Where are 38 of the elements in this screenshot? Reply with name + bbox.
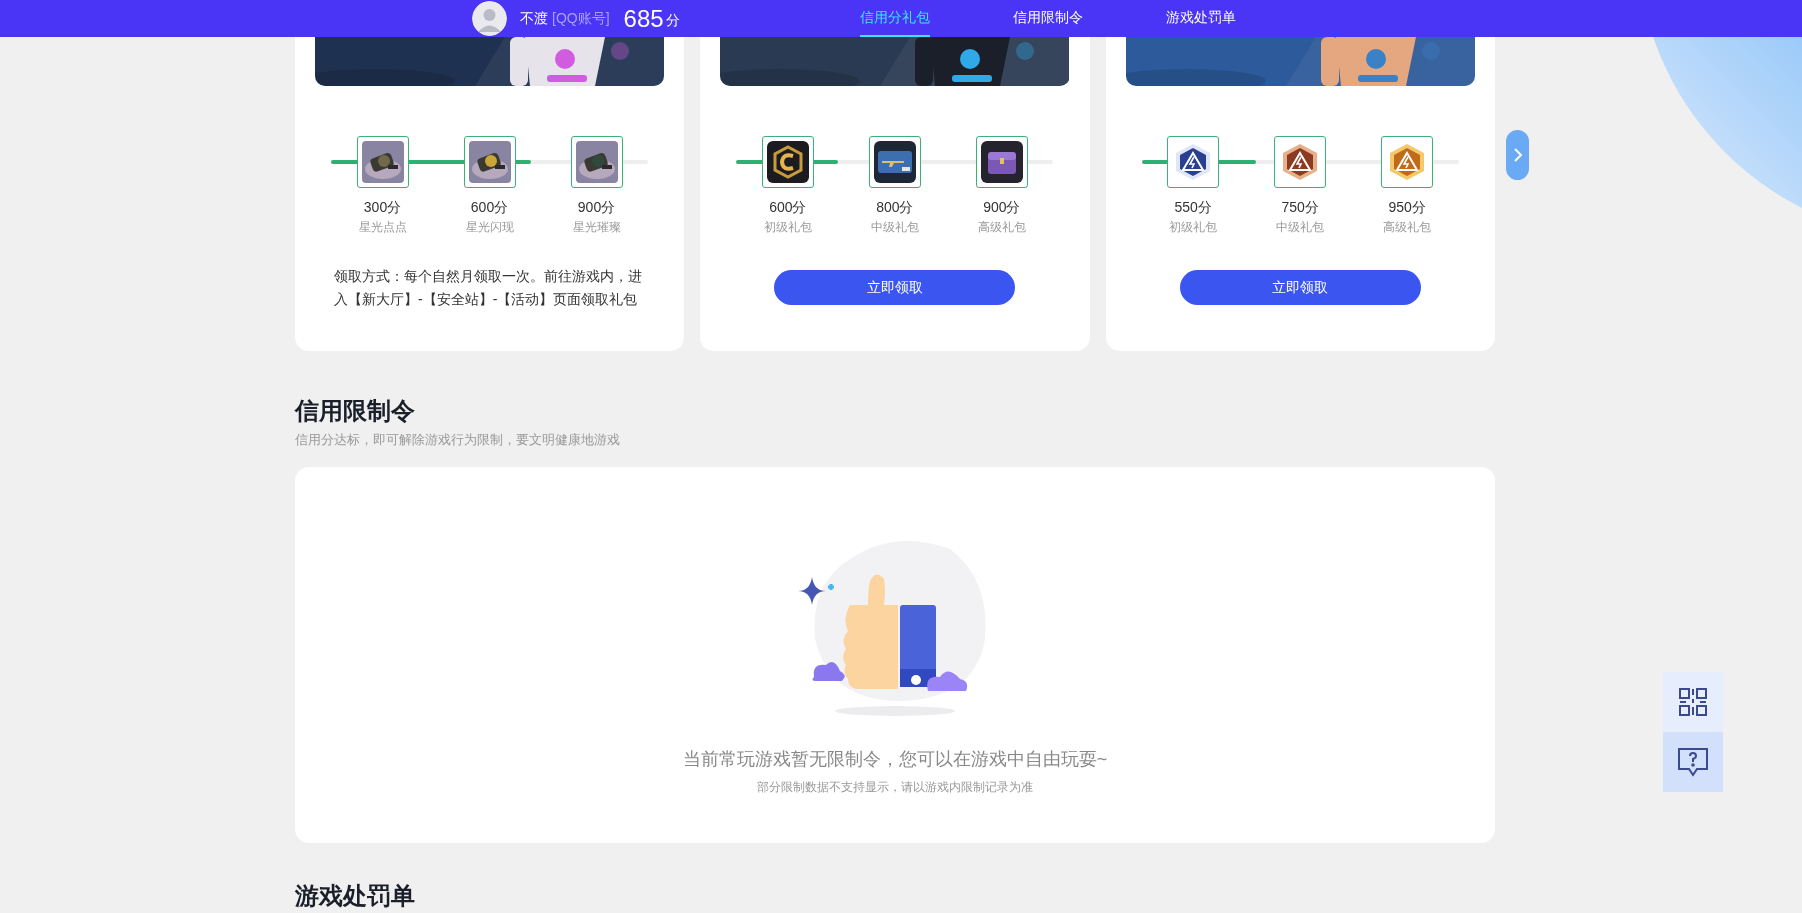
section-subtitle: 信用分达标，即可解除游戏行为限制，要文明健康地游戏 (295, 431, 621, 449)
section-title: 游戏处罚单 (295, 883, 416, 909)
section-title: 信用限制令 (295, 396, 416, 426)
reward-points: 950分 (1388, 198, 1426, 216)
reward-name: 星光点点 (358, 219, 407, 235)
claim-button[interactable]: 立即领取 (1179, 270, 1421, 305)
help-button[interactable] (1663, 732, 1723, 792)
reward-points: 600分 (769, 198, 807, 216)
reward-name: 星光闪现 (465, 219, 514, 235)
account-type: [QQ账号] (552, 9, 610, 28)
qr-code-button[interactable] (1663, 672, 1723, 732)
credit-score: 685 (623, 6, 664, 31)
reward-name: 中级礼包 (870, 219, 919, 235)
empty-state-message: 当前常玩游戏暂无限制令，您可以在游戏中自由玩耍~ (682, 748, 1108, 771)
reward-name: 高级礼包 (977, 219, 1026, 235)
reward-points: 900分 (983, 198, 1021, 216)
reward-name: 初级礼包 (1169, 219, 1218, 235)
reward-points: 900分 (577, 198, 616, 216)
user-name: 不渡 (520, 9, 548, 28)
nav-tab[interactable]: 游戏处罚单 (1166, 0, 1236, 37)
reward-points: 600分 (470, 198, 509, 216)
qr-code-icon (1678, 687, 1708, 717)
help-icon (1677, 747, 1709, 777)
claim-button[interactable]: 立即领取 (774, 270, 1016, 305)
chevron-right-icon (1512, 147, 1523, 163)
reward-points: 800分 (876, 198, 914, 216)
nav-tab[interactable]: 信用限制令 (1013, 0, 1083, 37)
reward-points: 300分 (363, 198, 402, 216)
reward-name: 高级礼包 (1383, 219, 1432, 235)
avatar[interactable] (472, 1, 507, 36)
reward-name: 初级礼包 (763, 219, 812, 235)
claim-instructions: 领取方式：每个自然月领取一次。前往游戏内，进入【新大厅】-【安全站】-【活动】页面领取礼包 (334, 267, 643, 309)
score-unit: 分 (665, 11, 680, 30)
reward-name: 中级礼包 (1276, 219, 1325, 235)
reward-points: 750分 (1281, 198, 1319, 216)
reward-points: 550分 (1174, 198, 1212, 216)
reward-name: 星光璀璨 (572, 219, 621, 235)
empty-state-hint: 部分限制数据不支持显示，请以游戏内限制记录为准 (757, 779, 1033, 795)
